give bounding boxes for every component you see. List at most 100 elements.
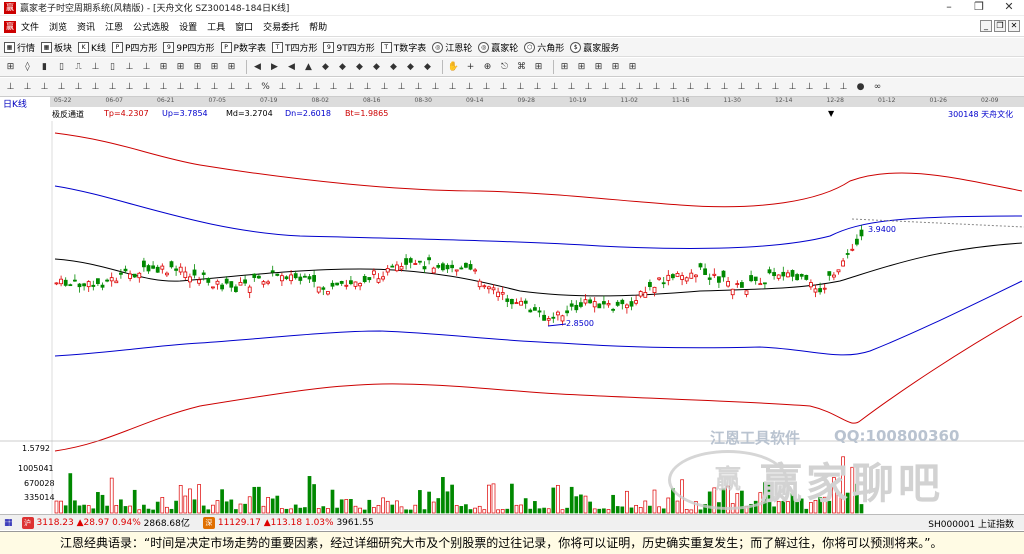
toolbar-item-9[interactable]: ◎ 江恩轮 xyxy=(432,41,472,54)
line-tool-icon[interactable]: ⊥ xyxy=(650,81,663,94)
indicator-name[interactable]: 极反通道 xyxy=(52,109,84,120)
line-tool-icon[interactable]: ⊥ xyxy=(803,81,816,94)
draw-tool-icon[interactable]: ◆ xyxy=(336,61,349,74)
draw-tool-icon[interactable]: ◆ xyxy=(404,61,417,74)
line-tool-icon[interactable]: ⊥ xyxy=(684,81,697,94)
toolbar-item-8[interactable]: T T数字表 xyxy=(380,41,426,54)
line-tool-icon[interactable]: ⊥ xyxy=(412,81,425,94)
draw-tool-icon[interactable]: ◆ xyxy=(370,61,383,74)
draw-tool-icon[interactable]: ⌘ xyxy=(515,61,528,74)
draw-tool-icon[interactable]: ⊥ xyxy=(140,61,153,74)
line-tool-icon[interactable]: ⊥ xyxy=(463,81,476,94)
line-tool-icon[interactable]: ⊥ xyxy=(769,81,782,94)
line-tool-icon[interactable]: ⊥ xyxy=(718,81,731,94)
line-tool-icon[interactable]: ⊥ xyxy=(310,81,323,94)
line-tool-icon[interactable]: ⊥ xyxy=(191,81,204,94)
line-tool-icon[interactable]: ⊥ xyxy=(735,81,748,94)
line-tool-icon[interactable]: ● xyxy=(854,81,867,94)
line-tool-icon[interactable]: ⊥ xyxy=(174,81,187,94)
toolbar-item-3[interactable]: P P四方形 xyxy=(111,41,157,54)
menu-tools[interactable]: 工具 xyxy=(202,20,230,33)
draw-tool-icon[interactable]: ⊥ xyxy=(89,61,102,74)
draw-tool-icon[interactable]: ⊞ xyxy=(609,61,622,74)
line-tool-icon[interactable]: ⊥ xyxy=(21,81,34,94)
line-tool-icon[interactable]: ⊥ xyxy=(208,81,221,94)
draw-tool-icon[interactable]: ⊞ xyxy=(575,61,588,74)
menu-trade[interactable]: 交易委托 xyxy=(258,20,304,33)
maximize-button[interactable]: ❐ xyxy=(964,0,994,16)
toolbar-item-0[interactable]: ▦ 行情 xyxy=(4,41,35,54)
line-tool-icon[interactable]: ⊥ xyxy=(514,81,527,94)
line-tool-icon[interactable]: ⊥ xyxy=(38,81,51,94)
draw-tool-icon[interactable]: ◆ xyxy=(387,61,400,74)
toolbar-item-10[interactable]: ◎ 赢家轮 xyxy=(478,41,518,54)
index-shenzhen[interactable]: 深 11129.17 ▲113.18 1.03% 3961.55 xyxy=(200,516,374,529)
draw-tool-icon[interactable]: ⊞ xyxy=(174,61,187,74)
line-tool-icon[interactable]: ⊥ xyxy=(446,81,459,94)
menu-window[interactable]: 窗口 xyxy=(230,20,258,33)
line-tool-icon[interactable]: ⊥ xyxy=(276,81,289,94)
draw-tool-icon[interactable]: ⎍ xyxy=(72,61,85,74)
line-tool-icon[interactable]: ⊥ xyxy=(225,81,238,94)
draw-tool-icon[interactable]: ◀ xyxy=(285,61,298,74)
line-tool-icon[interactable]: ⊥ xyxy=(429,81,442,94)
line-tool-icon[interactable]: ⊥ xyxy=(123,81,136,94)
toolbar-item-6[interactable]: T T四方形 xyxy=(271,41,317,54)
draw-tool-icon[interactable]: ◊ xyxy=(21,61,34,74)
toolbar-item-7[interactable]: 9 9T四方形 xyxy=(323,41,375,54)
line-tool-icon[interactable]: ⊥ xyxy=(361,81,374,94)
toolbar-item-1[interactable]: ▦ 板块 xyxy=(41,41,72,54)
line-tool-icon[interactable]: ⊥ xyxy=(599,81,612,94)
draw-tool-icon[interactable]: ⊞ xyxy=(191,61,204,74)
line-tool-icon[interactable]: ⊥ xyxy=(497,81,510,94)
draw-tool-icon[interactable]: ▯ xyxy=(106,61,119,74)
draw-tool-icon[interactable]: ◆ xyxy=(319,61,332,74)
mdi-close-button[interactable]: ✕ xyxy=(1008,20,1020,32)
line-tool-icon[interactable]: ⊥ xyxy=(89,81,102,94)
draw-tool-icon[interactable]: ▯ xyxy=(55,61,68,74)
status-grid-icon[interactable]: ▦ xyxy=(4,518,13,528)
draw-tool-icon[interactable]: ▲ xyxy=(302,61,315,74)
line-tool-icon[interactable]: ⊥ xyxy=(4,81,17,94)
draw-tool-icon[interactable]: ▶ xyxy=(268,61,281,74)
draw-tool-icon[interactable]: ◆ xyxy=(353,61,366,74)
menu-help[interactable]: 帮助 xyxy=(304,20,332,33)
line-tool-icon[interactable]: ⊥ xyxy=(480,81,493,94)
line-tool-icon[interactable]: ⊥ xyxy=(242,81,255,94)
menu-browse[interactable]: 浏览 xyxy=(44,20,72,33)
line-tool-icon[interactable]: ⊥ xyxy=(667,81,680,94)
draw-tool-icon[interactable]: ⊞ xyxy=(626,61,639,74)
draw-tool-icon[interactable]: ◆ xyxy=(421,61,434,74)
draw-tool-icon[interactable]: ✋ xyxy=(447,61,460,74)
draw-tool-icon[interactable]: ▮ xyxy=(38,61,51,74)
line-tool-icon[interactable]: ⊥ xyxy=(293,81,306,94)
line-tool-icon[interactable]: ⊥ xyxy=(565,81,578,94)
index-shanghai[interactable]: 沪 3118.23 ▲28.97 0.94% 2868.68亿 xyxy=(19,516,190,529)
line-tool-icon[interactable]: ⊥ xyxy=(72,81,85,94)
line-tool-icon[interactable]: ⊥ xyxy=(820,81,833,94)
toolbar-item-2[interactable]: K K线 xyxy=(78,41,106,54)
line-tool-icon[interactable]: ⊥ xyxy=(752,81,765,94)
line-tool-icon[interactable]: ⊥ xyxy=(140,81,153,94)
line-tool-icon[interactable]: ⊥ xyxy=(837,81,850,94)
line-tool-icon[interactable]: ⊥ xyxy=(395,81,408,94)
line-tool-icon[interactable]: ⊥ xyxy=(786,81,799,94)
status-right-index[interactable]: SH000001 上证指数 xyxy=(928,517,1014,530)
line-tool-icon[interactable]: ⊥ xyxy=(157,81,170,94)
line-tool-icon[interactable]: ⊥ xyxy=(344,81,357,94)
draw-tool-icon[interactable]: ⊞ xyxy=(532,61,545,74)
draw-tool-icon[interactable]: ⎋ xyxy=(498,61,511,74)
line-tool-icon[interactable]: ⊥ xyxy=(531,81,544,94)
draw-tool-icon[interactable]: ⊥ xyxy=(123,61,136,74)
draw-tool-icon[interactable]: ⊞ xyxy=(592,61,605,74)
draw-tool-icon[interactable]: ◀ xyxy=(251,61,264,74)
dropdown-arrow-icon[interactable]: ▼ xyxy=(828,109,834,118)
line-tool-icon[interactable]: ⊥ xyxy=(55,81,68,94)
draw-tool-icon[interactable]: ⊞ xyxy=(558,61,571,74)
toolbar-item-12[interactable]: $ 赢家服务 xyxy=(570,41,619,54)
line-tool-icon[interactable]: ⊥ xyxy=(327,81,340,94)
draw-tool-icon[interactable]: ⊞ xyxy=(4,61,17,74)
minimize-button[interactable]: – xyxy=(934,0,964,16)
menu-formula[interactable]: 公式选股 xyxy=(128,20,174,33)
line-tool-icon[interactable]: ⊥ xyxy=(633,81,646,94)
